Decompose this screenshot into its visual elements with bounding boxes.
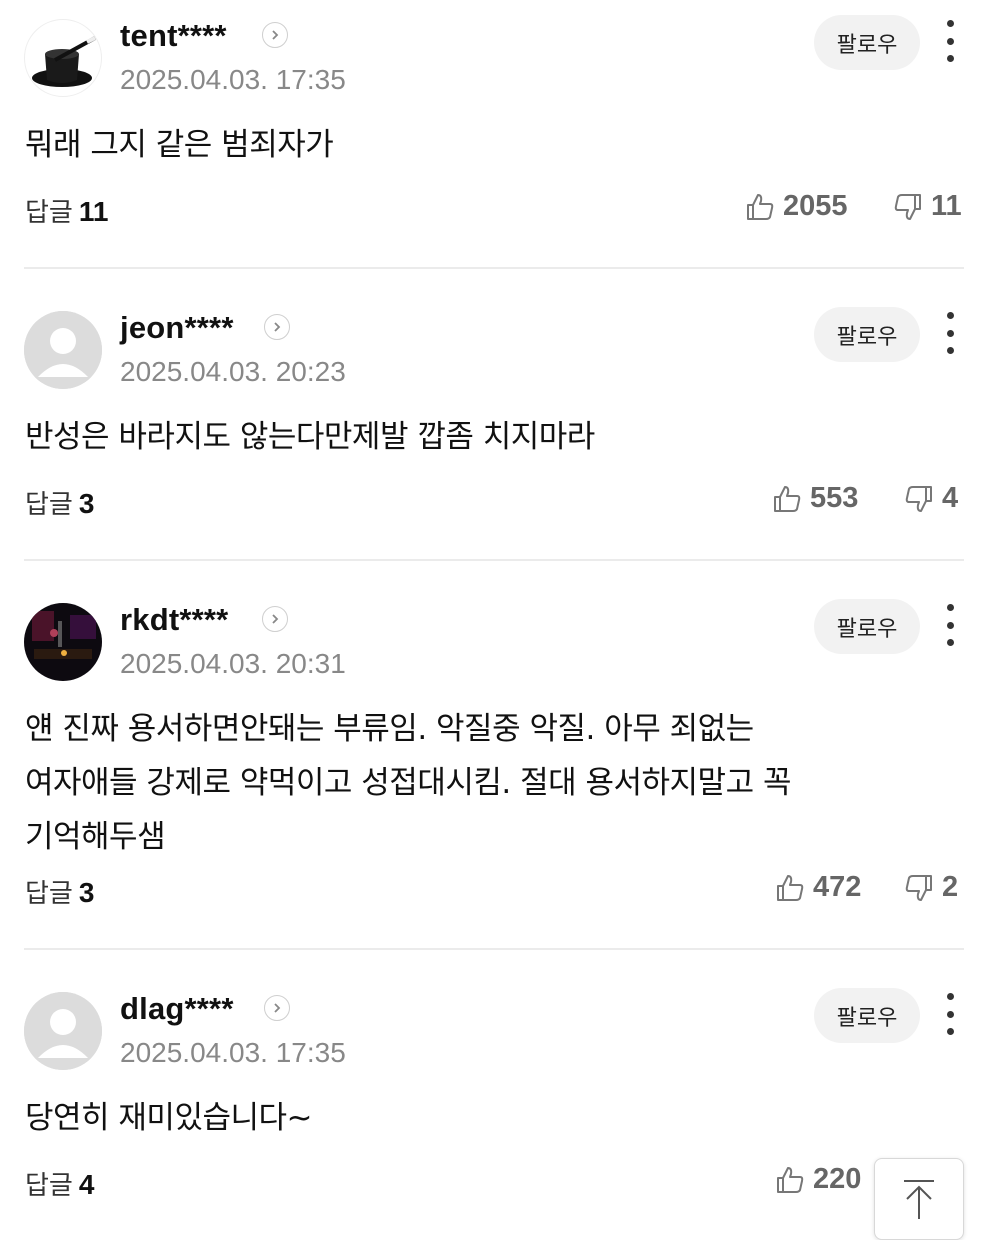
thumbs-up-icon: [777, 874, 804, 901]
like-count: 472: [813, 871, 862, 903]
reply-label: 답글: [25, 198, 73, 228]
more-vertical-icon[interactable]: [938, 993, 962, 1035]
scroll-top-button[interactable]: [874, 1158, 964, 1240]
like-count: 220: [813, 1163, 862, 1195]
avatar[interactable]: [24, 19, 102, 97]
reply-count: 3: [78, 877, 95, 908]
like-button[interactable]: 2055: [745, 190, 848, 223]
username[interactable]: dlag****: [120, 991, 234, 1027]
thumbs-up-icon: [747, 193, 774, 220]
comment-date: 2025.04.03. 20:23: [120, 356, 346, 387]
dislike-button[interactable]: 4: [904, 482, 958, 515]
username[interactable]: tent****: [120, 18, 227, 54]
default-avatar-icon: [24, 311, 102, 389]
divider: [24, 948, 964, 950]
dislike-count: 11: [931, 190, 962, 222]
more-vertical-icon[interactable]: [938, 312, 962, 354]
reply-label: 답글: [25, 879, 73, 909]
like-button[interactable]: 472: [775, 871, 861, 904]
comment-text-line: 기억해두샘: [25, 819, 166, 855]
comment-text-line: 여자애들 강제로 약먹이고 성접대시킴. 절대 용서하지말고 꼭: [25, 765, 791, 801]
chevron-right-icon[interactable]: [262, 606, 288, 632]
reply-button[interactable]: 답글 4: [25, 1165, 94, 1202]
more-vertical-icon[interactable]: [938, 20, 962, 62]
dislike-button[interactable]: 2: [904, 871, 958, 904]
dislike-count: 4: [942, 482, 959, 514]
dislike-count: 2: [942, 871, 959, 903]
arrow-up-icon: [904, 1180, 934, 1219]
comment-text-line: 얜 진짜 용서하면안돼는 부류임. 악질중 악질. 아무 죄없는: [25, 711, 754, 747]
reply-button[interactable]: 답글 3: [25, 484, 94, 521]
like-button[interactable]: 220: [775, 1163, 861, 1196]
comment-date: 2025.04.03. 17:35: [120, 1037, 346, 1068]
chevron-right-icon[interactable]: [264, 314, 290, 340]
chevron-right-icon[interactable]: [264, 995, 290, 1021]
thumbs-down-icon: [894, 193, 921, 220]
avatar[interactable]: [24, 992, 102, 1070]
username[interactable]: jeon****: [120, 310, 234, 346]
username[interactable]: rkdt****: [120, 602, 228, 638]
like-button[interactable]: 553: [772, 482, 858, 515]
reply-button[interactable]: 답글 3: [25, 873, 94, 910]
comment-text: 반성은 바라지도 않는다만제발 깝좀 치지마라: [25, 419, 595, 455]
divider: [24, 267, 964, 269]
comment-date: 2025.04.03. 20:31: [120, 648, 346, 679]
thumbs-down-icon: [905, 874, 932, 901]
follow-button[interactable]: 팔로우: [814, 15, 920, 70]
thumbs-up-icon: [777, 1166, 804, 1193]
dislike-button[interactable]: 11: [893, 190, 962, 223]
reply-count: 3: [78, 488, 95, 519]
magic-hat-avatar-icon: [32, 36, 96, 87]
follow-button[interactable]: 팔로우: [814, 988, 920, 1043]
reply-label: 답글: [25, 1171, 73, 1201]
reply-button[interactable]: 답글 11: [25, 192, 108, 229]
reply-count: 11: [78, 196, 109, 227]
thumbs-up-icon: [774, 485, 801, 512]
reply-label: 답글: [25, 490, 73, 520]
comment-text: 뭐래 그지 같은 범죄자가: [25, 127, 334, 163]
comment-text: 당연히 재미있습니다~: [25, 1100, 313, 1136]
comment-date: 2025.04.03. 17:35: [120, 64, 346, 95]
thumbs-down-icon: [905, 485, 932, 512]
comment-text: 얜 진짜 용서하면안돼는 부류임. 악질중 악질. 아무 죄없는 여자애들 강제…: [25, 702, 945, 864]
avatar[interactable]: [24, 311, 102, 389]
avatar[interactable]: [24, 603, 102, 681]
more-vertical-icon[interactable]: [938, 604, 962, 646]
follow-button[interactable]: 팔로우: [814, 599, 920, 654]
like-count: 553: [810, 482, 859, 514]
reply-count: 4: [78, 1169, 95, 1200]
default-avatar-icon: [24, 992, 102, 1070]
like-count: 2055: [783, 190, 848, 222]
chevron-right-icon[interactable]: [262, 22, 288, 48]
follow-button[interactable]: 팔로우: [814, 307, 920, 362]
divider: [24, 559, 964, 561]
dark-photo-avatar-icon: [24, 603, 102, 681]
